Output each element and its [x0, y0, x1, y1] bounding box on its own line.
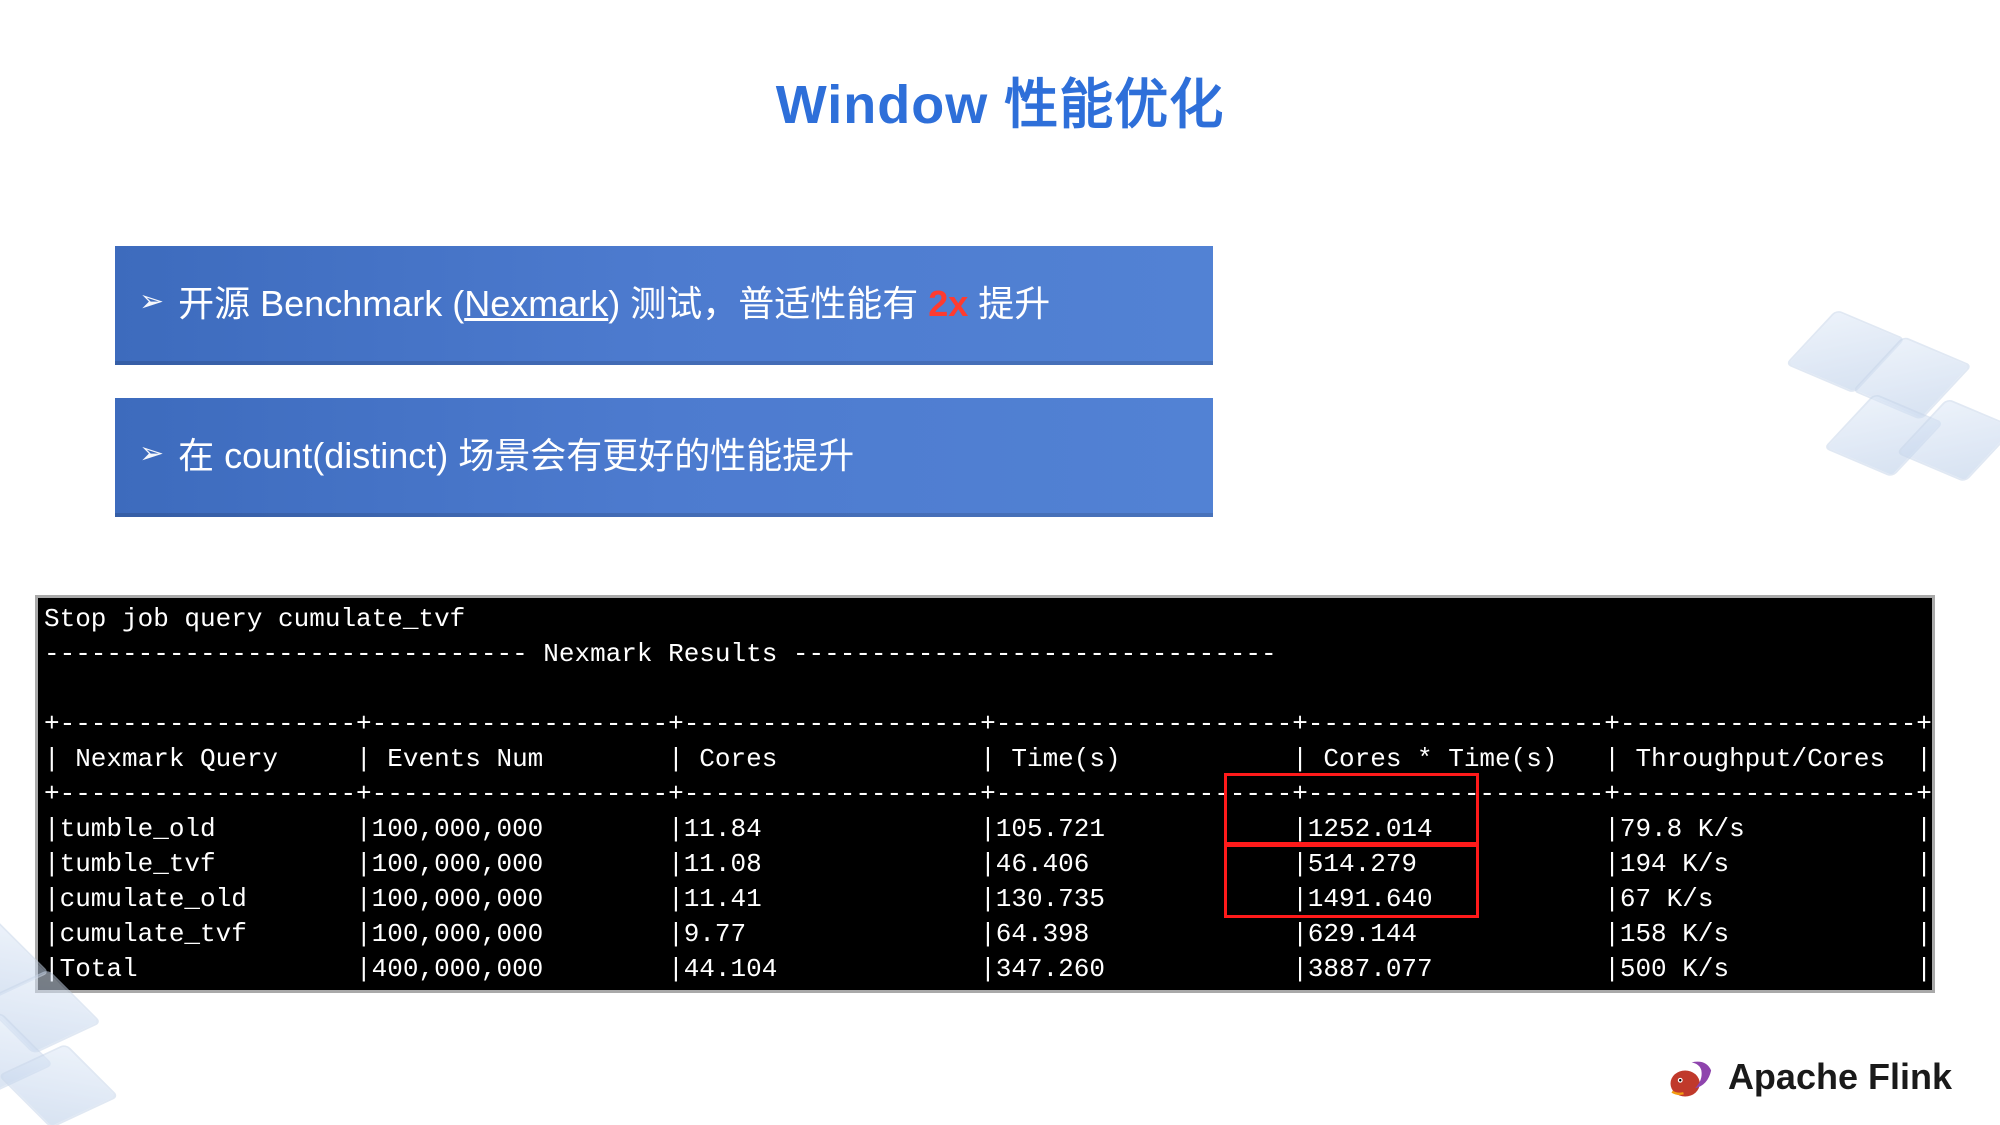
- nexmark-link[interactable]: Nexmark: [464, 283, 608, 324]
- decorative-cubes: [1778, 258, 2000, 543]
- squirrel-icon: [1664, 1051, 1716, 1103]
- terminal-line: ------------------------------- Nexmark …: [44, 639, 1277, 669]
- slide-title: Window 性能优化: [0, 60, 2000, 139]
- table-row: |tumble_tvf |100,000,000 |11.08 |46.406 …: [44, 849, 1932, 879]
- terminal-line: +-------------------+-------------------…: [44, 989, 1932, 993]
- logo-text: Apache Flink: [1728, 1056, 1952, 1098]
- bullet-benchmark: ➢ 开源 Benchmark (Nexmark) 测试，普适性能有 2x 提升: [115, 246, 1213, 365]
- apache-flink-logo: Apache Flink: [1664, 1051, 1952, 1103]
- slide: Window 性能优化 ➢ 开源 Benchmark (Nexmark) 测试，…: [0, 0, 2000, 1125]
- chevron-right-icon: ➢: [139, 284, 164, 320]
- table-row: |Total |400,000,000 |44.104 |347.260 |38…: [44, 954, 1932, 984]
- highlight-box: [1224, 844, 1479, 918]
- bullet-text: 开源 Benchmark (Nexmark) 测试，普适性能有 2x 提升: [178, 282, 1050, 325]
- chevron-right-icon: ➢: [139, 436, 164, 472]
- bullet-count-distinct: ➢ 在 count(distinct) 场景会有更好的性能提升: [115, 398, 1213, 517]
- bullet-text: 在 count(distinct) 场景会有更好的性能提升: [178, 434, 854, 477]
- table-row: |cumulate_tvf |100,000,000 |9.77 |64.398…: [44, 919, 1932, 949]
- terminal-line: Stop job query cumulate_tvf: [44, 604, 465, 634]
- table-row: |tumble_old |100,000,000 |11.84 |105.721…: [44, 814, 1932, 844]
- highlight-box: [1224, 773, 1479, 845]
- speedup-badge: 2x: [928, 283, 968, 324]
- table-row: |cumulate_old |100,000,000 |11.41 |130.7…: [44, 884, 1932, 914]
- terminal-line: +-------------------+-------------------…: [44, 779, 1932, 809]
- terminal-line: +-------------------+-------------------…: [44, 709, 1932, 739]
- terminal-header: | Nexmark Query | Events Num | Cores | T…: [44, 744, 1932, 774]
- terminal-output: Stop job query cumulate_tvf ------------…: [35, 595, 1935, 993]
